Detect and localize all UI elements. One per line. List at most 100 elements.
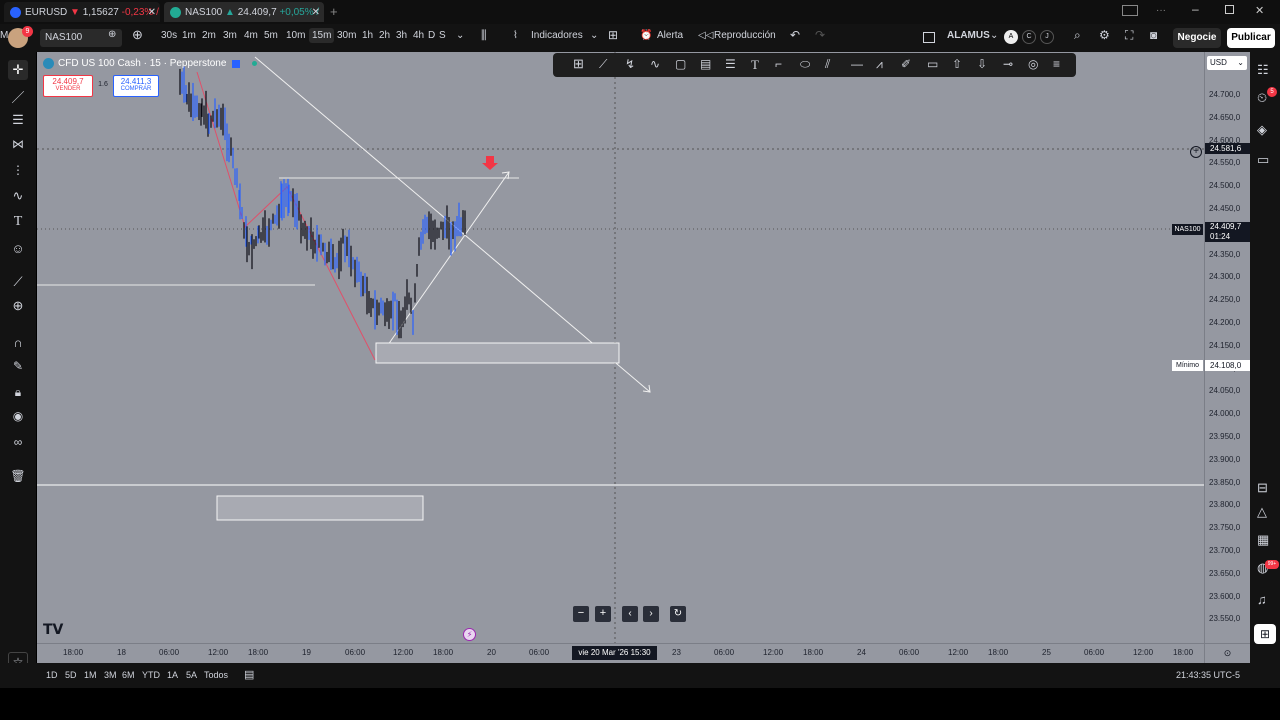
price-scale[interactable]: USD ⌄ 24.700,0 24.650,0 24.600,0 24.550,0 24.… xyxy=(1204,52,1251,643)
goto-date-icon[interactable]: ▤ xyxy=(244,668,254,681)
alert-button[interactable]: Alerta xyxy=(657,30,683,41)
replay-button[interactable]: Reproducción xyxy=(714,30,776,41)
curve-icon[interactable]: ↯ xyxy=(625,57,641,73)
position-icon[interactable]: ▤ xyxy=(700,57,716,73)
interval-10m[interactable]: 10m xyxy=(286,30,305,41)
crosshair-icon[interactable]: ✛ xyxy=(8,60,28,80)
interval-4m[interactable]: 4m xyxy=(244,30,258,41)
settings-icon[interactable]: ⚙ xyxy=(1099,28,1110,42)
trend-line-icon[interactable]: ⟋ xyxy=(599,57,615,73)
search-icon[interactable]: ⌕ xyxy=(1074,28,1081,43)
callout-icon[interactable]: ▭ xyxy=(927,57,943,73)
calendar-icon[interactable]: ▦ xyxy=(1257,532,1269,548)
parallel-channel-icon[interactable]: ⫽ xyxy=(825,57,841,73)
publish-button[interactable]: Publicar xyxy=(1227,28,1275,48)
interval-30m[interactable]: 30m xyxy=(337,30,356,41)
range-1m[interactable]: 1M xyxy=(84,670,97,680)
currency-select[interactable]: USD ⌄ xyxy=(1207,56,1247,70)
arrow-up-icon[interactable]: ⇧ xyxy=(952,57,968,73)
ellipse-icon[interactable]: ⬭ xyxy=(800,57,816,73)
scroll-right-button[interactable]: › xyxy=(643,606,659,622)
menu-icon[interactable]: ≡ xyxy=(1053,57,1069,73)
trend-line-icon[interactable]: ／ xyxy=(8,86,28,106)
chevron-down-icon[interactable]: ⌄ xyxy=(990,30,998,41)
brush-icon[interactable]: ∿ xyxy=(8,186,28,206)
horizontal-line-icon[interactable]: — xyxy=(851,57,867,73)
text-icon[interactable]: T xyxy=(751,57,767,73)
layout-icon[interactable] xyxy=(923,32,935,43)
scroll-left-button[interactable]: ‹ xyxy=(622,606,638,622)
emoji-icon[interactable]: ☺ xyxy=(8,238,28,258)
more-icon[interactable]: ··· xyxy=(1156,5,1166,16)
close-icon[interactable]: ✕ xyxy=(312,7,320,18)
interval-D[interactable]: D xyxy=(428,30,435,41)
projection-icon[interactable]: ⋮ xyxy=(8,160,28,180)
screen-icon[interactable] xyxy=(1122,5,1138,16)
brush-icon[interactable]: ✐ xyxy=(901,57,917,73)
interval-5m[interactable]: 5m xyxy=(264,30,278,41)
interval-2m[interactable]: 2m xyxy=(202,30,216,41)
range-1a[interactable]: 1A xyxy=(167,670,178,680)
ideas-icon[interactable]: ⊟ xyxy=(1257,480,1268,496)
sell-button[interactable]: 24.409,7 VENDER xyxy=(43,75,93,97)
interval-4h[interactable]: 4h xyxy=(413,30,424,41)
range-icon[interactable]: ☰ xyxy=(725,57,741,73)
lightning-icon[interactable]: ⚡︎ xyxy=(463,628,476,641)
scale-settings-icon[interactable]: ⊙ xyxy=(1204,643,1250,663)
horizontal-ray-icon[interactable]: ⊸ xyxy=(1003,57,1019,73)
camera-icon[interactable]: ◙ xyxy=(1150,28,1157,42)
layers-icon[interactable]: ◈ xyxy=(1257,122,1267,138)
grid-icon[interactable]: ⊞ xyxy=(573,56,589,72)
layout-name[interactable]: ALAMUS xyxy=(947,30,990,41)
alerts-icon[interactable]: ⏲ xyxy=(1257,90,1267,106)
indicators-button[interactable]: Indicadores xyxy=(531,30,583,41)
fib-icon[interactable]: ☰ xyxy=(8,110,28,130)
pine-icon[interactable]: △ xyxy=(1257,504,1267,520)
range-ytd[interactable]: YTD xyxy=(142,670,160,680)
target-icon[interactable]: ◎ xyxy=(1028,57,1044,73)
compare-icon[interactable]: ⊕ xyxy=(132,27,143,43)
ray-icon[interactable]: ⌐ xyxy=(775,57,791,73)
close-window-icon[interactable]: ✕ xyxy=(1255,4,1264,17)
interval-dropdown-icon[interactable]: ⌄ xyxy=(456,30,464,41)
time-scale[interactable]: 18:00 18 06:00 12:00 18:00 19 06:00 12:00 18:00 2… xyxy=(37,643,1204,663)
range-6m[interactable]: 6M xyxy=(122,670,135,680)
interval-15m[interactable]: 15m xyxy=(309,28,335,43)
range-5d[interactable]: 5D xyxy=(65,670,77,680)
pattern-icon[interactable]: ⋈ xyxy=(8,134,28,154)
chevron-down-icon[interactable]: ⌄ xyxy=(590,30,598,41)
arrow-down-icon[interactable]: ⇩ xyxy=(977,57,993,73)
close-icon[interactable]: ✕ xyxy=(148,7,156,18)
eye-icon[interactable]: ◉ xyxy=(8,406,28,426)
apps-grid-icon[interactable]: ⊞ xyxy=(1254,624,1276,644)
templates-icon[interactable]: ⊞ xyxy=(608,28,618,42)
new-tab-icon[interactable]: + xyxy=(330,4,338,19)
range-5a[interactable]: 5A xyxy=(186,670,197,680)
magnet-icon[interactable]: ∩ xyxy=(8,332,28,352)
reset-chart-button[interactable]: ↻ xyxy=(670,606,686,622)
undo-icon[interactable]: ↶ xyxy=(790,28,800,42)
zoom-in-button[interactable]: + xyxy=(595,606,611,622)
lock-icon[interactable]: 🔒︎ xyxy=(8,382,28,402)
bar-style-icon[interactable]: ⫼ xyxy=(481,28,487,43)
flag-icon[interactable] xyxy=(232,59,241,68)
minimize-icon[interactable]: – xyxy=(1192,2,1199,16)
layout-toggle-j[interactable]: J xyxy=(1040,30,1054,44)
zoom-in-icon[interactable]: ⊕ xyxy=(8,296,28,316)
trash-icon[interactable]: 🗑︎ xyxy=(8,466,28,486)
path-icon[interactable]: ∿ xyxy=(650,57,666,73)
zigzag-icon[interactable]: ⩘ xyxy=(876,57,892,73)
trade-button[interactable]: Negocie xyxy=(1173,28,1221,48)
bell-icon[interactable]: ♫ xyxy=(1257,592,1267,607)
fullscreen-icon[interactable]: ⛶ xyxy=(1125,28,1133,43)
chart-pane[interactable]: CFD US 100 Cash · 15 · Pepperstone 24.40… xyxy=(37,52,1204,643)
range-3m[interactable]: 3M xyxy=(104,670,117,680)
interval-3h[interactable]: 3h xyxy=(396,30,407,41)
add-alert-icon[interactable]: + xyxy=(1190,146,1202,158)
range-1d[interactable]: 1D xyxy=(46,670,58,680)
zoom-out-button[interactable]: − xyxy=(573,606,589,622)
interval-1m[interactable]: 1m xyxy=(182,30,196,41)
interval-S[interactable]: S xyxy=(439,30,446,41)
interval-1h[interactable]: 1h xyxy=(362,30,373,41)
watchlist-icon[interactable]: ☷ xyxy=(1257,62,1269,78)
